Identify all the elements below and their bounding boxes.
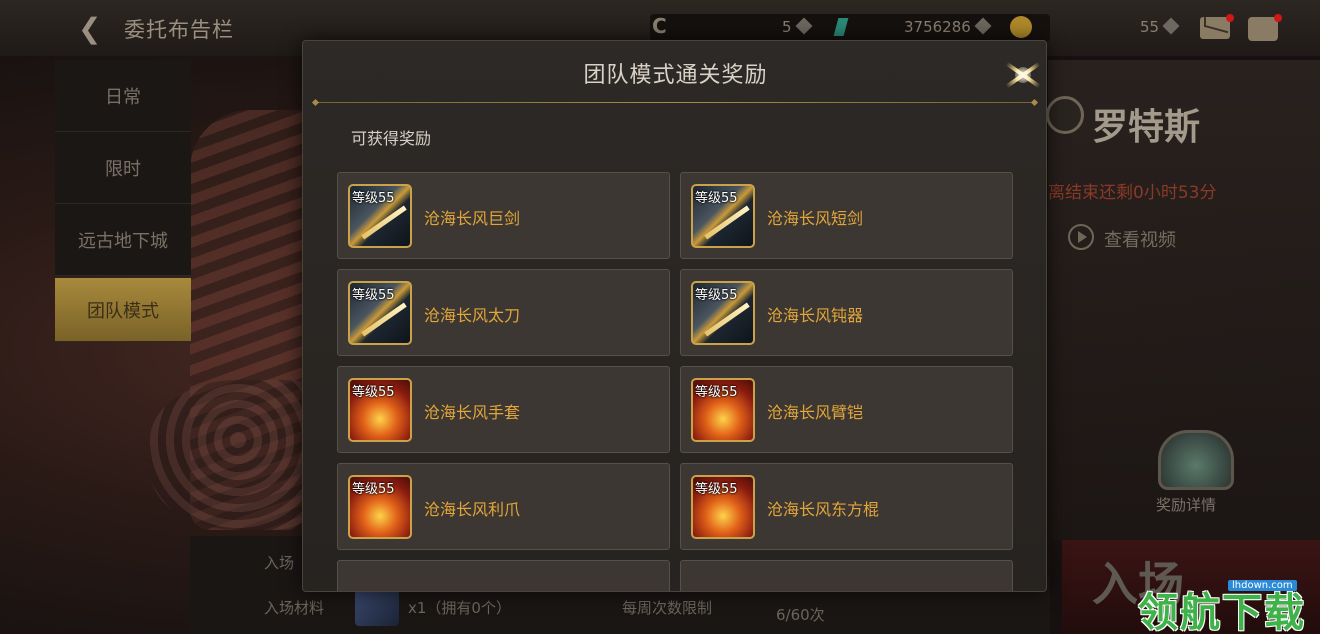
- item-level: 等级55: [695, 191, 738, 206]
- currency-2: 3756286: [904, 17, 992, 36]
- item-name: 沧海长风臂铠: [767, 403, 864, 422]
- boss-name: 罗特斯: [1092, 107, 1201, 148]
- reward-card[interactable]: 等级55 沧海长风臂铠: [680, 366, 1013, 453]
- treasure-chest-icon[interactable]: [1158, 430, 1234, 490]
- item-name: 沧海长风短剑: [767, 209, 864, 228]
- close-icon[interactable]: [1003, 55, 1043, 95]
- gold-coin-icon: [1010, 16, 1032, 38]
- entry-label: 入场: [264, 554, 295, 572]
- reward-card[interactable]: 等级55 沧海长风太刀: [337, 269, 670, 356]
- weekly-limit-value: 6/60次: [776, 606, 825, 624]
- item-level: 等级55: [352, 385, 395, 400]
- title-divider: [315, 102, 1035, 103]
- item-level: 等级55: [352, 482, 395, 497]
- katana-icon: 等级55: [348, 281, 412, 345]
- boss-timer: 离结束还剩0小时53分: [1048, 183, 1217, 203]
- currency-3: 55: [1140, 17, 1180, 36]
- reward-card[interactable]: 等级55 沧海长风巨剑: [337, 172, 670, 259]
- item-level: 等级55: [695, 385, 738, 400]
- item-level: 等级55: [352, 288, 395, 303]
- item-level: 等级55: [352, 191, 395, 206]
- item-name: 沧海长风太刀: [424, 306, 521, 325]
- item-level: 等级55: [695, 482, 738, 497]
- reward-card[interactable]: 等级55 沧海长风钝器: [680, 269, 1013, 356]
- entry-material-value: x1（拥有0个）: [408, 599, 511, 617]
- claw-icon: 等级55: [348, 475, 412, 539]
- reward-card[interactable]: 等级55 沧海长风利爪: [337, 463, 670, 550]
- sidebar-item-daily[interactable]: 日常: [55, 60, 191, 132]
- currency-1: 5: [782, 17, 813, 36]
- item-name: 沧海长风利爪: [424, 500, 521, 519]
- reward-card[interactable]: 等级55 沧海长风手套: [337, 366, 670, 453]
- weekly-limit-label: 每周次数限制: [622, 599, 713, 617]
- boss-emblem-icon: [1046, 96, 1084, 134]
- add-diamond-icon[interactable]: [1162, 17, 1180, 35]
- sidebar: 日常 限时 远古地下城 团队模式: [55, 60, 191, 342]
- notification-dot: [1226, 14, 1234, 22]
- gauntlet-icon: 等级55: [348, 378, 412, 442]
- c-coin-icon: C: [652, 14, 667, 38]
- item-name: 沧海长风巨剑: [424, 209, 521, 228]
- watch-video-link[interactable]: 查看视频: [1104, 226, 1176, 252]
- reward-card-partial[interactable]: [337, 560, 670, 591]
- item-name: 沧海长风东方棍: [767, 500, 880, 519]
- add-diamond-icon[interactable]: [795, 17, 813, 35]
- play-icon[interactable]: [1068, 224, 1094, 250]
- modal-title: 团队模式通关奖励: [583, 63, 768, 88]
- reward-detail-label[interactable]: 奖励详情: [1156, 494, 1216, 515]
- sidebar-item-ancient-dungeon[interactable]: 远古地下城: [55, 204, 191, 276]
- eastern-staff-icon: 等级55: [691, 475, 755, 539]
- reward-card-partial[interactable]: [680, 560, 1013, 591]
- shortsword-icon: 等级55: [691, 184, 755, 248]
- notification-dot: [1274, 14, 1282, 22]
- section-label: 可获得奖励: [351, 129, 432, 148]
- sidebar-item-limited[interactable]: 限时: [55, 132, 191, 204]
- greatsword-icon: 等级55: [348, 184, 412, 248]
- entry-material-label: 入场材料: [264, 599, 325, 617]
- page-title: 委托布告栏: [124, 18, 234, 42]
- item-name: 沧海长风钝器: [767, 306, 864, 325]
- item-level: 等级55: [695, 288, 738, 303]
- back-arrow-icon[interactable]: ❮: [78, 12, 101, 45]
- sidebar-item-team-mode[interactable]: 团队模式: [55, 278, 191, 342]
- close-glow: [1015, 67, 1031, 83]
- reward-modal: 团队模式通关奖励 可获得奖励 等级55 沧海长风巨剑 等级55 沧海长风短剑 等…: [302, 40, 1047, 592]
- arm-guard-icon: 等级55: [691, 378, 755, 442]
- item-name: 沧海长风手套: [424, 403, 521, 422]
- watermark-site: lhdown.com: [1228, 580, 1297, 591]
- currency-bar: [650, 14, 1050, 42]
- reward-card[interactable]: 等级55 沧海长风东方棍: [680, 463, 1013, 550]
- add-diamond-icon[interactable]: [974, 17, 992, 35]
- chat-icon[interactable]: [1248, 17, 1278, 41]
- blunt-weapon-icon: 等级55: [691, 281, 755, 345]
- entry-material-icon[interactable]: [355, 590, 399, 626]
- reward-card[interactable]: 等级55 沧海长风短剑: [680, 172, 1013, 259]
- mail-icon[interactable]: [1200, 17, 1230, 39]
